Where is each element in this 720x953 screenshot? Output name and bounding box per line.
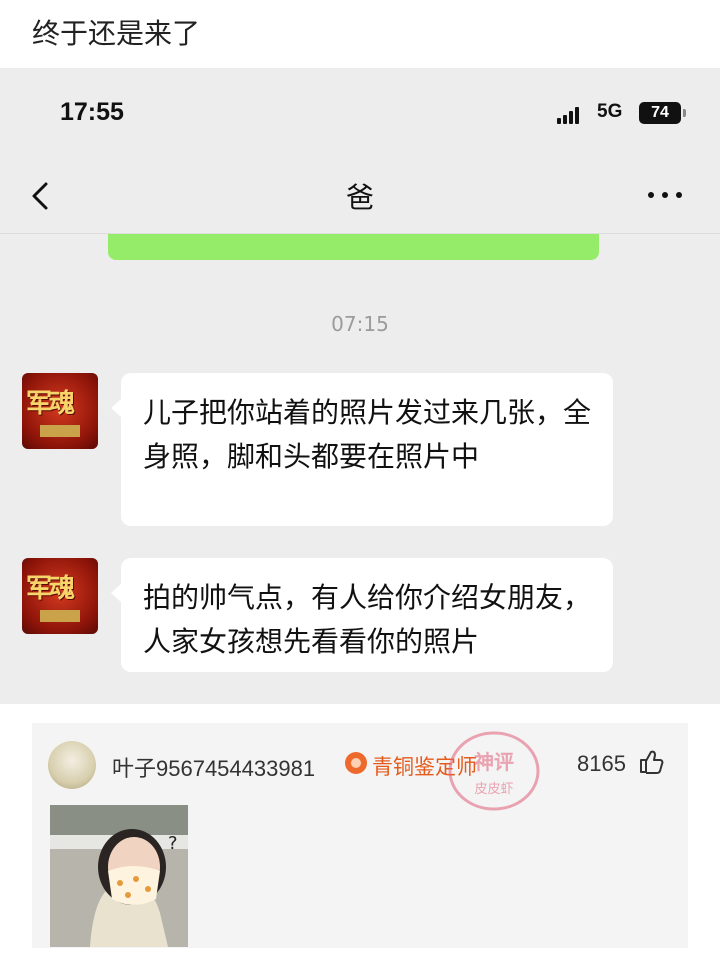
chat-screenshot: 17:55 5G 74 爸 07:15 军魂 儿子把你站着的照片发过来几张，全身…: [0, 68, 720, 704]
thumbs-up-icon[interactable]: [638, 749, 664, 775]
svg-text:皮皮虾: 皮皮虾: [474, 782, 513, 797]
network-type: 5G: [597, 101, 623, 122]
battery-icon: 74: [639, 102, 686, 124]
featured-stamp: 神评 皮皮虾: [448, 731, 540, 811]
more-dots-icon[interactable]: [648, 192, 688, 200]
received-message-bubble[interactable]: 拍的帅气点，有人给你介绍女朋友，人家女孩想先看看你的照片: [111, 558, 613, 672]
badge-icon: [345, 752, 367, 774]
svg-text:神评: 神评: [474, 750, 514, 774]
sent-message-bubble: [108, 234, 599, 260]
chat-contact-name: 爸: [345, 181, 374, 214]
post-title: 终于还是来了: [32, 17, 201, 50]
comment-card: 叶子9567454433981 青铜鉴定师 神评 皮皮虾 8165 ?: [32, 723, 688, 948]
status-bar: 17:55 5G 74: [0, 68, 720, 158]
contact-avatar[interactable]: 军魂: [22, 558, 98, 634]
received-message-bubble[interactable]: 儿子把你站着的照片发过来几张，全身照，脚和头都要在照片中: [111, 373, 613, 526]
comment-photo[interactable]: ?: [50, 805, 188, 947]
commenter-username[interactable]: 叶子9567454433981: [112, 751, 315, 783]
message-timestamp: 07:15: [331, 312, 389, 336]
contact-avatar[interactable]: 军魂: [22, 373, 98, 449]
status-time: 17:55: [60, 98, 124, 126]
chat-header: 爸: [0, 158, 720, 234]
commenter-avatar[interactable]: [48, 741, 96, 789]
svg-text:?: ?: [168, 833, 178, 854]
signal-icon: [557, 106, 587, 124]
like-count: 8165: [577, 751, 626, 776]
